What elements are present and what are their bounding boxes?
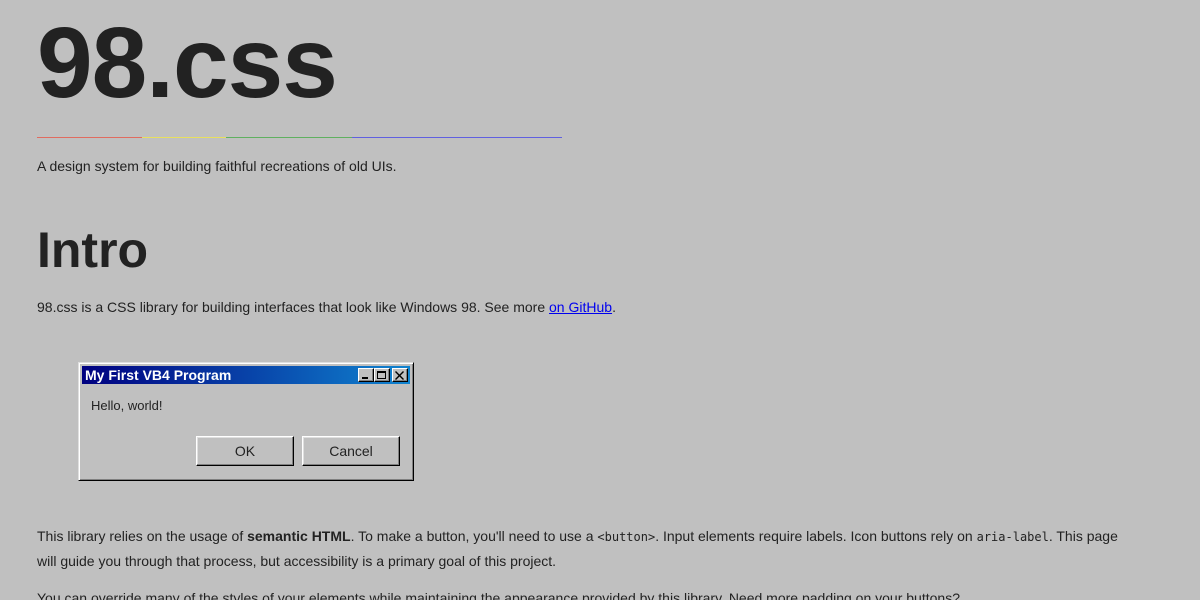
intro-text-start: 98.css is a CSS library for building int… [37,299,550,315]
para1-text: . To make a button, you'll need to use a [350,528,598,544]
github-link[interactable]: on GitHub [549,299,612,315]
cancel-button[interactable]: Cancel [302,436,400,466]
window-title-bar[interactable]: My First VB4 Program [82,366,410,384]
override-styles-paragraph: You can override many of the styles of y… [37,590,960,600]
maximize-button[interactable] [374,368,390,382]
para1-text: . Input elements require labels. Icon bu… [655,528,977,544]
intro-text-end: . [612,299,616,315]
section-title-intro: Intro [37,222,149,278]
aria-label-code: aria-label [976,530,1049,544]
tagline: A design system for building faithful re… [37,158,397,174]
window-controls [358,368,408,382]
para1-text: This library relies on the usage of [37,528,248,544]
close-button[interactable] [392,368,408,382]
rainbow-green-segment [226,137,352,138]
rainbow-divider [37,137,562,138]
semantic-html-paragraph: This library relies on the usage of sema… [37,524,1137,573]
window-body: Hello, world! [82,384,410,413]
button-code: <button> [597,530,656,544]
window-button-row: OK Cancel [196,436,400,466]
rainbow-red-segment [37,137,142,138]
close-icon [395,371,404,380]
demo-window: My First VB4 Program Hello, world! OK Ca… [78,362,414,481]
window-title: My First VB4 Program [85,367,232,383]
para1-bold: semantic HTML [247,528,351,544]
ok-button[interactable]: OK [196,436,294,466]
maximize-icon [377,371,386,379]
rainbow-yellow-segment [142,137,226,138]
minimize-icon [362,377,368,379]
minimize-button[interactable] [358,368,374,382]
intro-text: 98.css is a CSS library for building int… [37,299,616,315]
rainbow-blue-segment [352,137,562,138]
window-message: Hello, world! [91,398,163,413]
page-title: 98.css [37,7,338,119]
